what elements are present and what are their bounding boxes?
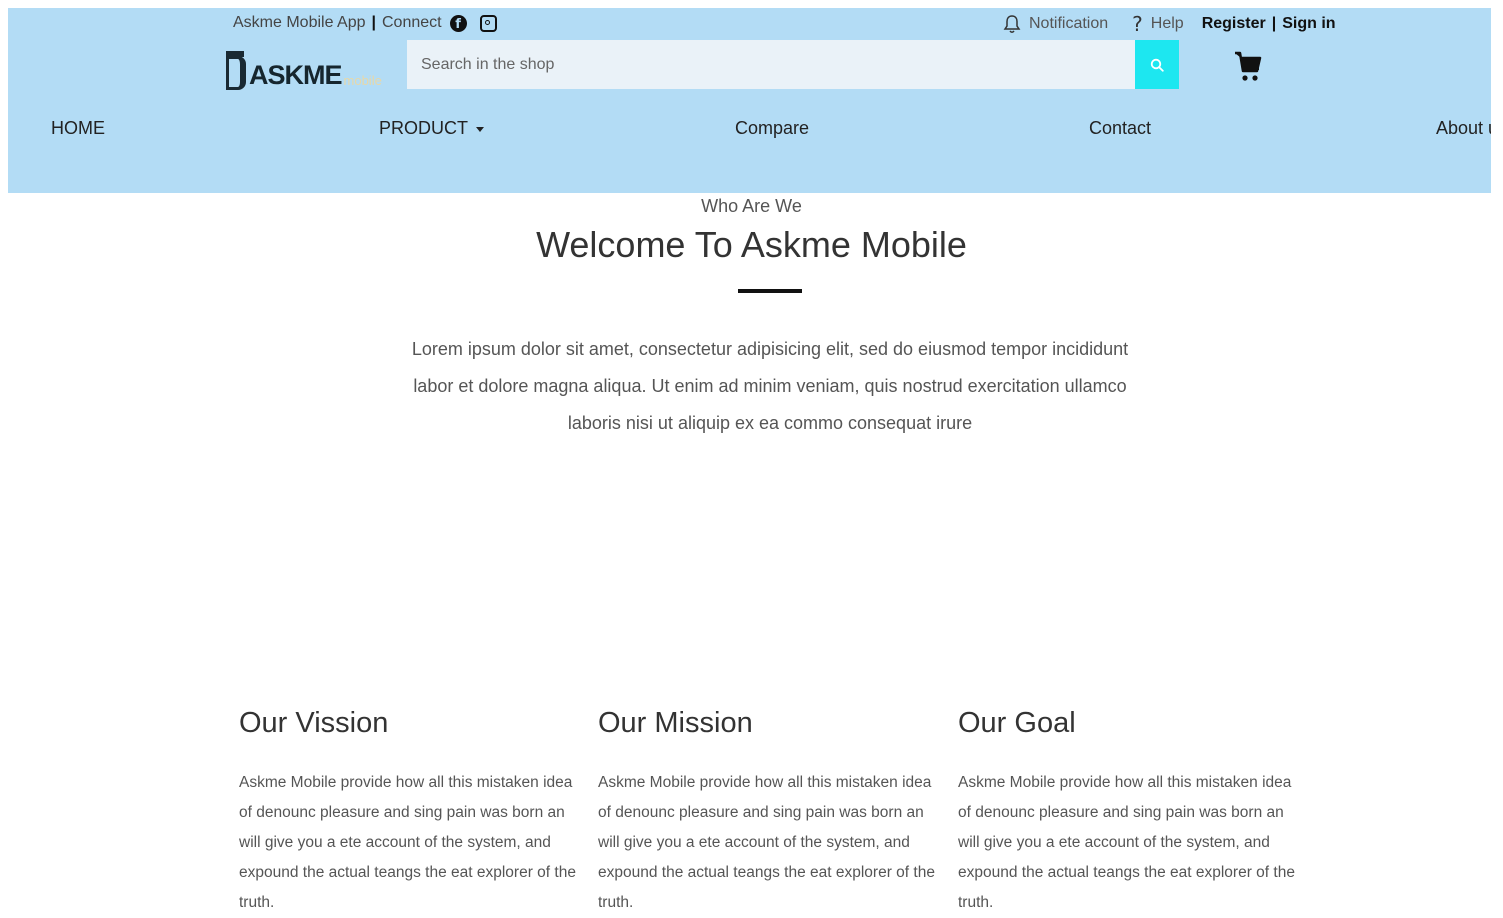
vision-text: Askme Mobile provide how all this mistak…	[239, 774, 576, 911]
auth-links: Register | Sign in	[1202, 15, 1336, 33]
main-nav: HOME PRODUCT Compare Contact About us	[8, 118, 1491, 148]
logo-mark-icon	[226, 51, 246, 90]
site-header: Askme Mobile App | Connect f Notificatio…	[8, 8, 1491, 193]
help-link[interactable]: Help	[1151, 15, 1184, 33]
topbar-divider: |	[371, 14, 376, 31]
topbar-right: Notification ? Help Register | Sign in	[1003, 12, 1336, 36]
site-logo[interactable]: ASKME mobile	[226, 44, 382, 90]
mission-title: Our Mission	[598, 707, 753, 739]
vision-card: Our Vission Askme Mobile provide how all…	[239, 704, 584, 918]
help-icon[interactable]: ?	[1132, 12, 1143, 36]
page-title: Welcome To Askme Mobile	[536, 224, 967, 265]
logo-text: ASKME	[249, 60, 343, 90]
nav-item-contact[interactable]: Contact	[1089, 118, 1151, 139]
cart-icon[interactable]	[1234, 50, 1262, 84]
signin-link[interactable]: Sign in	[1282, 15, 1335, 33]
register-link[interactable]: Register	[1202, 15, 1266, 33]
search-input[interactable]	[407, 40, 1135, 89]
goal-text: Askme Mobile provide how all this mistak…	[958, 774, 1295, 911]
caret-down-icon	[476, 126, 484, 132]
logo-subtext: mobile	[343, 73, 382, 88]
nav-item-product-label: PRODUCT	[379, 118, 468, 138]
mission-card: Our Mission Askme Mobile provide how all…	[598, 704, 943, 918]
topbar-left: Askme Mobile App | Connect f	[233, 14, 497, 32]
nav-item-compare[interactable]: Compare	[735, 118, 809, 139]
vision-title: Our Vission	[239, 707, 389, 739]
nav-item-product[interactable]: PRODUCT	[379, 118, 484, 139]
instagram-icon[interactable]	[479, 14, 497, 32]
goal-title: Our Goal	[958, 707, 1076, 739]
notification-link[interactable]: Notification	[1029, 15, 1108, 33]
mission-text: Askme Mobile provide how all this mistak…	[598, 774, 935, 911]
intro-text: Lorem ipsum dolor sit amet, consectetur …	[411, 339, 1129, 433]
connect-label: Connect	[382, 14, 442, 31]
nav-item-about[interactable]: About us	[1436, 118, 1491, 139]
mobile-app-link[interactable]: Askme Mobile App	[233, 14, 366, 32]
search-button[interactable]	[1135, 40, 1179, 89]
section-kicker: Who Are We	[701, 196, 802, 216]
search-icon	[1150, 58, 1164, 72]
facebook-icon[interactable]: f	[449, 14, 467, 32]
nav-item-home[interactable]: HOME	[51, 118, 105, 139]
goal-card: Our Goal Askme Mobile provide how all th…	[958, 704, 1303, 918]
bell-icon[interactable]	[1003, 14, 1021, 34]
title-divider	[738, 289, 802, 293]
auth-divider: |	[1271, 15, 1277, 32]
